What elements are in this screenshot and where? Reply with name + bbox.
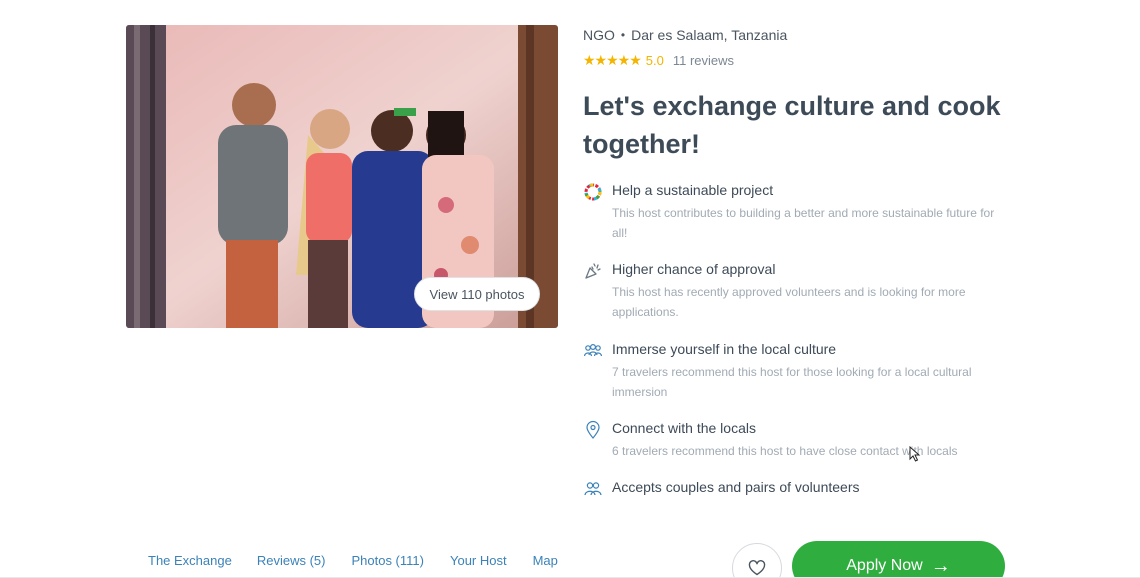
- heart-icon: [748, 560, 766, 576]
- feature-title: Connect with the locals: [612, 420, 756, 436]
- location-pin-icon: [586, 420, 600, 439]
- apply-now-button[interactable]: Apply Now →: [792, 541, 1005, 578]
- couple-icon: [584, 482, 602, 496]
- tab-your-host[interactable]: Your Host: [450, 553, 507, 568]
- host-location: Dar es Salaam, Tanzania: [631, 27, 788, 43]
- apply-now-label: Apply Now: [846, 557, 923, 574]
- arrow-right-icon: →: [930, 555, 951, 577]
- confetti-icon: [585, 263, 601, 279]
- rating-row: ★★★★★ 5.0 11 reviews: [583, 52, 734, 69]
- star-rating-icon: ★★★★★: [583, 52, 642, 68]
- reviews-link[interactable]: 11 reviews: [673, 53, 734, 68]
- feature-title: Higher chance of approval: [612, 261, 776, 277]
- feature-description: 6 travelers recommend this host to have …: [612, 444, 958, 458]
- feature-title: Help a sustainable project: [612, 182, 774, 198]
- sustainability-icon: [584, 183, 602, 201]
- feature-description: This host contributes to building a bett…: [612, 206, 995, 240]
- feature-title: Accepts couples and pairs of volunteers: [612, 479, 860, 495]
- feature-description: 7 travelers recommend this host for thos…: [612, 365, 972, 399]
- feature-description: This host has recently approved voluntee…: [612, 285, 966, 319]
- view-photos-button[interactable]: View 110 photos: [414, 277, 540, 311]
- favorite-button[interactable]: [732, 543, 782, 578]
- rating-value: 5.0: [645, 53, 664, 68]
- host-type: NGO: [583, 27, 615, 43]
- tab-the-exchange[interactable]: The Exchange: [148, 553, 232, 568]
- tab-reviews[interactable]: Reviews (5): [257, 553, 326, 568]
- section-tabs: The Exchange Reviews (5) Photos (111) Yo…: [148, 553, 558, 568]
- host-meta: NGO • Dar es Salaam, Tanzania: [583, 27, 787, 43]
- group-icon: [583, 343, 603, 357]
- tab-map[interactable]: Map: [533, 553, 558, 568]
- tab-photos[interactable]: Photos (111): [351, 553, 424, 568]
- feature-title: Immerse yourself in the local culture: [612, 341, 837, 357]
- page-title: Let's exchange culture and cook together…: [583, 91, 1001, 159]
- meta-separator: •: [620, 28, 626, 42]
- mouse-cursor-icon: [909, 446, 921, 462]
